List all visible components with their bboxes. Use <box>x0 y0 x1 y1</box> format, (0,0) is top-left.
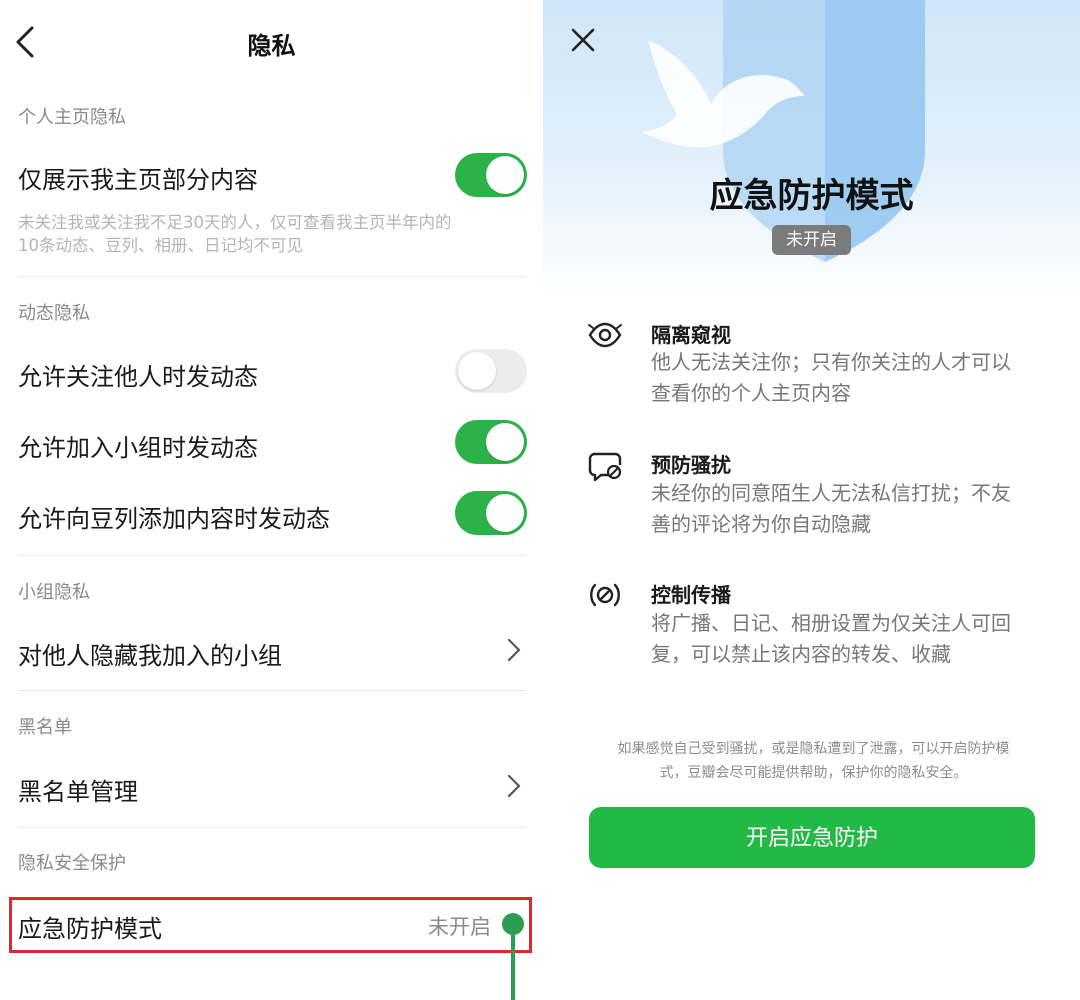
section-label-activity-privacy: 动态隐私 <box>18 303 90 324</box>
setting-row-blacklist-management[interactable]: 黑名单管理 <box>18 772 138 807</box>
broadcast-block-icon <box>590 583 620 607</box>
eye-icon <box>588 322 622 348</box>
privacy-settings-screen: 隐私 个人主页隐私 仅展示我主页部分内容 未关注我或关注我不足30天的人，仅可查… <box>0 0 543 1000</box>
toggle-knob <box>486 156 524 194</box>
divider <box>18 555 526 556</box>
page-title: 隐私 <box>247 32 296 60</box>
close-icon[interactable] <box>569 26 597 54</box>
chat-block-icon <box>588 452 622 482</box>
chevron-right-icon[interactable] <box>506 637 522 663</box>
feature-desc-isolate-line-2: 查看你的个人主页内容 <box>651 381 851 405</box>
toggle-knob <box>486 423 524 461</box>
toggle-knob <box>458 352 496 390</box>
help-footnote: 如果感觉自己受到骚扰，或是隐私遭到了泄露，可以开启防护模 式，豆瓣会尽可能提供帮… <box>591 737 1036 785</box>
setting-description-line-2: 10条动态、豆列、相册、日记均不可见 <box>18 236 303 255</box>
setting-label-show-partial-profile: 仅展示我主页部分内容 <box>18 166 258 194</box>
enable-emergency-protection-button[interactable]: 开启应急防护 <box>589 807 1035 868</box>
setting-row-hide-groups[interactable]: 对他人隐藏我加入的小组 <box>18 636 282 671</box>
feature-title-prevent-harassment: 预防骚扰 <box>651 453 731 477</box>
feature-desc-harassment-line-1: 未经你的同意陌生人无法私信打扰；不友 <box>651 481 1011 505</box>
divider <box>18 276 526 277</box>
toggle-doulist-post[interactable] <box>455 491 527 535</box>
mode-title: 应急防护模式 <box>709 176 914 216</box>
setting-description-line-1: 未关注我或关注我不足30天的人，仅可查看我主页半年内的 <box>18 213 452 232</box>
feature-desc-isolate-line-1: 他人无法关注你；只有你关注的人才可以 <box>651 350 1011 374</box>
chevron-right-icon[interactable] <box>506 773 522 799</box>
section-label-profile-privacy: 个人主页隐私 <box>18 107 126 128</box>
footnote-line-1: 如果感觉自己受到骚扰，或是隐私遭到了泄露，可以开启防护模 <box>617 741 1010 757</box>
callout-line <box>511 930 515 1000</box>
emergency-mode-screen: 应急防护模式 未开启 隔离窥视 他人无法关注你；只有你关注的人才可以 查看你的个… <box>543 0 1080 1000</box>
emergency-mode-status: 未开启 <box>428 915 491 939</box>
feature-title-control-spread: 控制传播 <box>651 583 731 607</box>
section-label-security-protection: 隐私安全保护 <box>18 853 126 874</box>
divider <box>18 690 526 691</box>
section-label-blacklist: 黑名单 <box>18 717 72 738</box>
footnote-line-2: 式，豆瓣会尽可能提供帮助，保护你的隐私安全。 <box>659 765 968 781</box>
setting-row-emergency-mode[interactable]: 应急防护模式 <box>18 909 162 944</box>
feature-desc-spread-line-1: 将广播、日记、相册设置为仅关注人可回 <box>651 611 1011 635</box>
divider <box>18 827 526 828</box>
setting-label-join-group-post: 允许加入小组时发动态 <box>18 434 258 462</box>
toggle-join-group-post[interactable] <box>455 420 527 464</box>
setting-label-follow-post: 允许关注他人时发动态 <box>18 363 258 391</box>
toggle-show-partial-profile[interactable] <box>455 153 527 197</box>
callout-dot <box>502 913 524 935</box>
toggle-knob <box>486 494 524 532</box>
feature-desc-harassment-line-2: 善的评论将为你自动隐藏 <box>651 512 871 536</box>
section-label-group-privacy: 小组隐私 <box>18 582 90 603</box>
feature-title-isolate: 隔离窥视 <box>651 323 731 347</box>
status-badge: 未开启 <box>772 225 851 255</box>
toggle-follow-post[interactable] <box>455 349 527 393</box>
shield-dove-illustration <box>641 0 925 262</box>
feature-desc-spread-line-2: 复，可以禁止该内容的转发、收藏 <box>651 642 951 666</box>
setting-label-doulist-post: 允许向豆列添加内容时发动态 <box>18 505 330 533</box>
